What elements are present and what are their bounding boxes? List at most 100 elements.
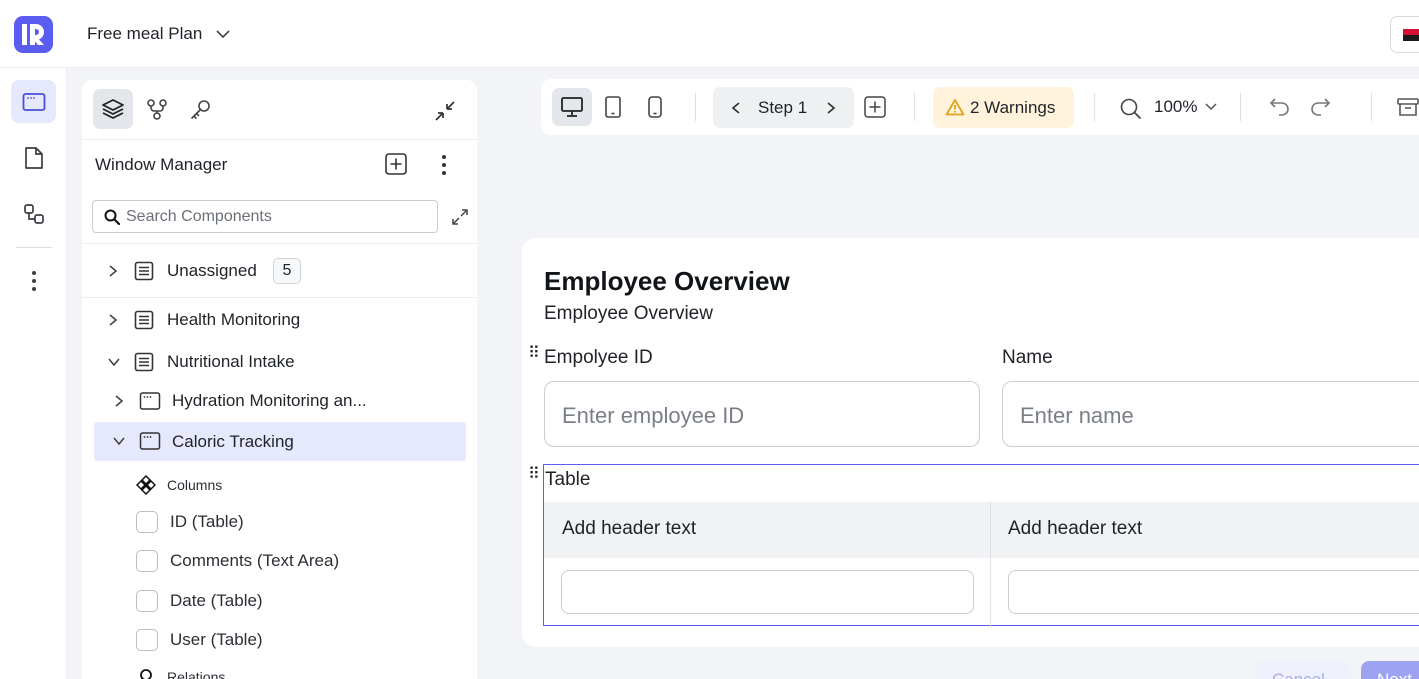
tree-item-label: Hydration Monitoring an... xyxy=(172,391,367,410)
field-checkbox[interactable] xyxy=(136,629,158,651)
divider xyxy=(82,297,477,298)
table-header-row: Add header text Add header text xyxy=(544,502,1419,558)
redo-button[interactable] xyxy=(1305,88,1337,126)
step-navigator: Step 1 xyxy=(713,87,854,128)
toolbar-divider xyxy=(1094,93,1095,121)
employee-id-input[interactable]: Enter employee ID xyxy=(544,381,980,447)
canvas-toolbar: Step 1 2 Warnings 100% xyxy=(541,79,1419,135)
table-header-cell[interactable]: Add header text xyxy=(1008,518,1142,540)
language-selector[interactable] xyxy=(1390,16,1419,53)
table-cell-input[interactable] xyxy=(561,570,974,614)
layers-icon xyxy=(102,99,124,119)
window-manager-title: Window Manager xyxy=(95,155,228,174)
drag-handle-icon[interactable]: ⠿ xyxy=(528,346,540,362)
toolbar-divider xyxy=(1371,93,1372,121)
cancel-label: Cancel xyxy=(1272,670,1325,679)
tree-item-hydration-monitoring[interactable]: Hydration Monitoring an... xyxy=(82,383,477,419)
drag-handle-icon[interactable]: ⠿ xyxy=(528,467,540,483)
more-vertical-icon xyxy=(31,270,36,291)
window-manager-more-button[interactable] xyxy=(434,153,454,182)
window-icon xyxy=(22,92,45,111)
field-checkbox[interactable] xyxy=(136,590,158,612)
table-label: Table xyxy=(545,469,591,490)
toolbar-divider xyxy=(695,93,696,121)
project-selector[interactable]: Free meal Plan xyxy=(87,24,230,44)
add-window-button[interactable] xyxy=(385,153,407,175)
undo-button[interactable] xyxy=(1263,88,1295,126)
name-label: Name xyxy=(1002,347,1053,368)
tree-item-health-monitoring[interactable]: Health Monitoring xyxy=(82,302,477,338)
logo-icon xyxy=(22,24,44,45)
tree-item-label: Caloric Tracking xyxy=(172,432,294,451)
toolbar-divider xyxy=(914,93,915,121)
more-vertical-icon xyxy=(442,155,446,175)
table-column-divider xyxy=(990,502,991,626)
employee-id-label: Empolyee ID xyxy=(544,347,653,368)
next-label: Next xyxy=(1377,670,1412,679)
field-label: Comments (Text Area) xyxy=(170,551,340,570)
table-component[interactable]: Table Add header text Add header text xyxy=(543,464,1419,626)
collapse-icon xyxy=(435,101,455,121)
window-icon xyxy=(139,432,161,450)
desktop-icon xyxy=(561,97,583,117)
tree-item-unassigned[interactable]: Unassigned 5 xyxy=(82,253,477,289)
mobile-icon xyxy=(648,96,662,118)
next-button[interactable]: Next xyxy=(1361,661,1419,679)
tree-item-label: Unassigned xyxy=(167,261,257,280)
toolbar-divider xyxy=(1240,93,1241,121)
field-checkbox[interactable] xyxy=(136,550,158,572)
rail-windows-button[interactable] xyxy=(11,80,56,123)
plus-square-icon xyxy=(864,96,886,118)
tab-layers[interactable] xyxy=(93,89,133,129)
tab-keys[interactable] xyxy=(181,89,221,129)
name-input[interactable]: Enter name xyxy=(1002,381,1419,447)
chevron-right-icon xyxy=(115,395,124,407)
rail-integrations-button[interactable] xyxy=(11,192,56,235)
next-step-icon[interactable] xyxy=(826,101,836,115)
tree-item-nutritional-intake[interactable]: Nutritional Intake xyxy=(82,344,477,380)
search-input[interactable]: Search Components xyxy=(92,200,438,233)
project-name: Free meal Plan xyxy=(87,24,203,43)
left-rail xyxy=(0,68,67,679)
add-step-button[interactable] xyxy=(861,88,889,126)
step-label[interactable]: Step 1 xyxy=(758,98,807,118)
window-icon xyxy=(139,392,161,410)
rail-divider xyxy=(16,247,52,248)
chevron-down-icon xyxy=(216,29,230,38)
tree-item-label: Health Monitoring xyxy=(167,310,301,329)
cancel-button[interactable]: Cancel xyxy=(1256,661,1351,679)
integration-icon xyxy=(23,203,44,224)
archive-icon xyxy=(1397,98,1419,116)
zoom-label: 100% xyxy=(1154,97,1198,116)
tab-flow[interactable] xyxy=(137,89,177,129)
warning-icon xyxy=(945,99,965,116)
table-cell-input[interactable] xyxy=(1008,570,1419,614)
chevron-down-icon xyxy=(108,358,120,367)
tablet-view-button[interactable] xyxy=(594,88,632,126)
app-logo[interactable] xyxy=(14,16,53,53)
list-page-icon xyxy=(134,352,154,372)
field-checkbox[interactable] xyxy=(136,511,158,533)
archive-button[interactable] xyxy=(1393,88,1419,126)
rail-more-button[interactable] xyxy=(11,259,56,302)
expand-icon xyxy=(452,209,468,225)
previous-step-icon[interactable] xyxy=(731,101,741,115)
warnings-button[interactable]: 2 Warnings xyxy=(933,87,1074,128)
panel-tabs xyxy=(82,80,477,140)
search-placeholder: Search Components xyxy=(126,208,272,225)
document-icon xyxy=(24,146,43,169)
flag-icon xyxy=(1403,29,1419,41)
mobile-view-button[interactable] xyxy=(636,88,674,126)
rail-documents-button[interactable] xyxy=(11,136,56,179)
desktop-view-button[interactable] xyxy=(552,88,592,126)
divider xyxy=(82,243,477,244)
window-manager-header: Window Manager xyxy=(82,140,477,190)
form-subtitle: Employee Overview xyxy=(544,303,713,324)
window-manager-panel: Window Manager Search Components Unassig… xyxy=(82,80,477,679)
table-header-cell[interactable]: Add header text xyxy=(562,518,696,540)
tree-item-caloric-tracking[interactable]: Caloric Tracking xyxy=(94,422,466,461)
expand-search-button[interactable] xyxy=(450,207,470,232)
search-icon xyxy=(104,209,120,225)
relations-icon xyxy=(140,669,152,679)
collapse-panel-button[interactable] xyxy=(432,98,458,129)
